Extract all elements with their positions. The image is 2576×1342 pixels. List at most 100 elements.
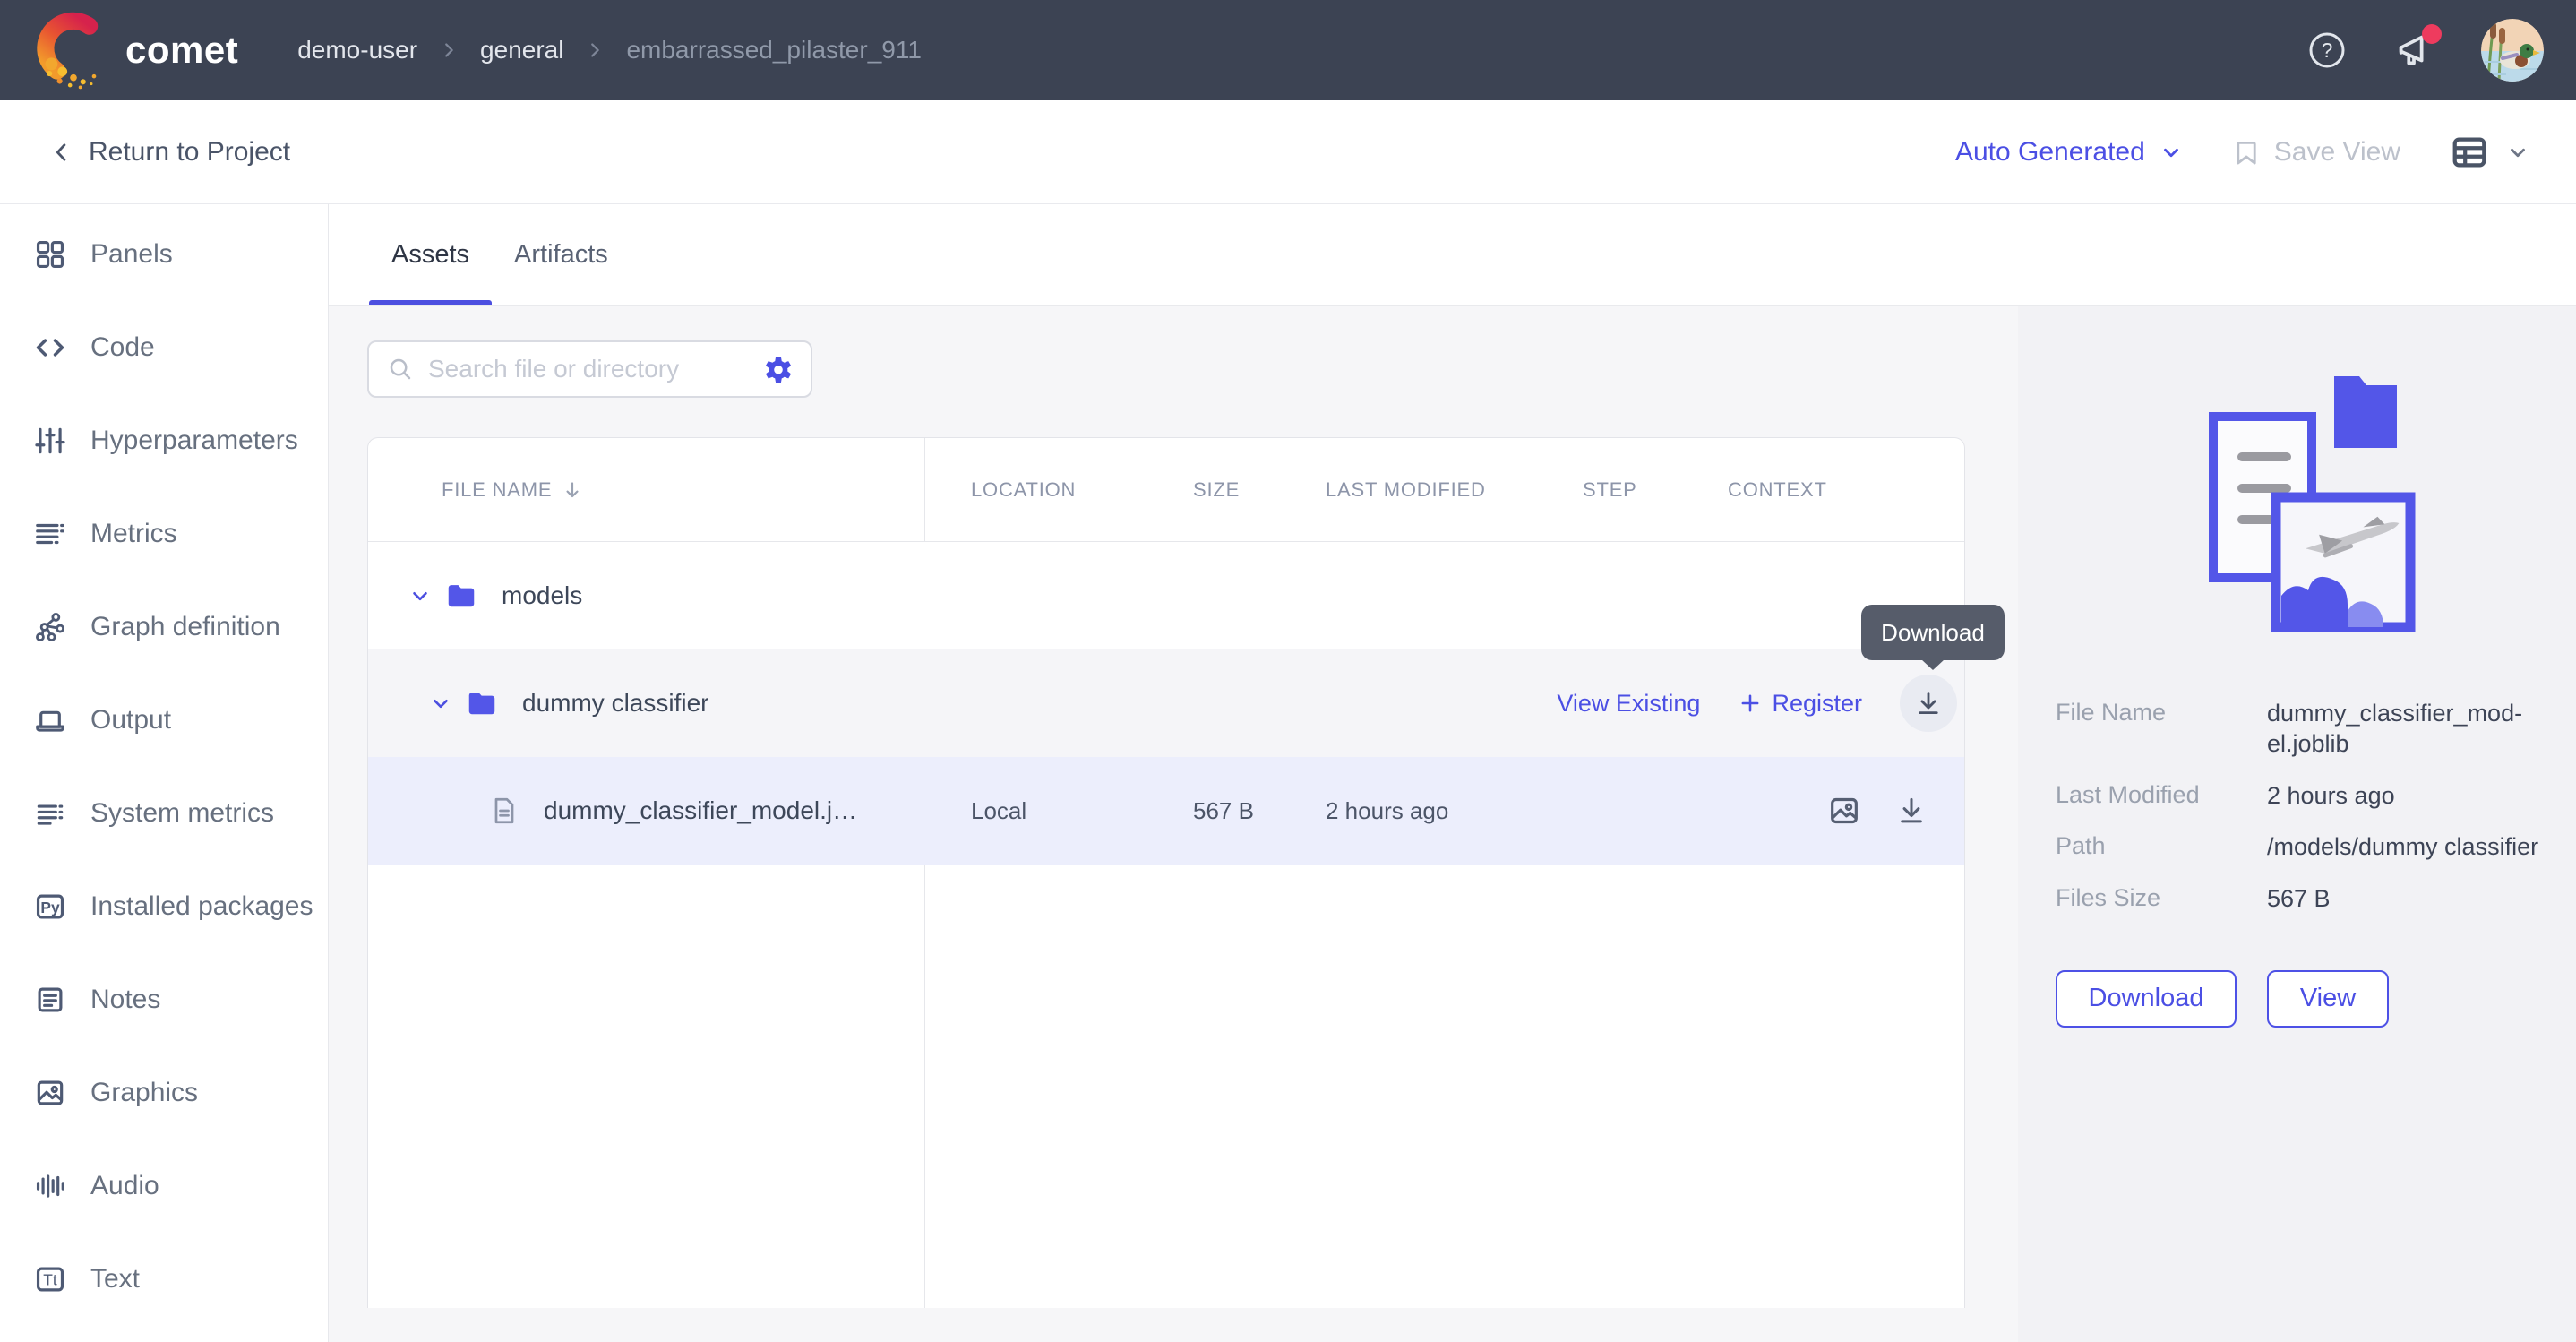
sidebar-item-graphics[interactable]: Graphics bbox=[0, 1046, 328, 1140]
return-to-project-link[interactable]: Return to Project bbox=[49, 137, 290, 168]
app-root: comet demo-user general embarrassed_pila… bbox=[0, 0, 2576, 1342]
download-button[interactable]: Download bbox=[2056, 970, 2237, 1028]
breadcrumb-experiment[interactable]: embarrassed_pilaster_911 bbox=[626, 36, 921, 65]
download-folder-button[interactable] bbox=[1900, 675, 1957, 732]
sidebar-item-panels[interactable]: Panels bbox=[0, 208, 328, 301]
sliders-icon bbox=[33, 424, 67, 458]
view-existing-link[interactable]: View Existing bbox=[1557, 690, 1700, 718]
sort-desc-icon bbox=[561, 478, 584, 502]
sidebar-item-audio[interactable]: Audio bbox=[0, 1140, 328, 1233]
save-view-button[interactable]: Save View bbox=[2231, 137, 2400, 168]
breadcrumb-project[interactable]: general bbox=[480, 36, 563, 65]
panels-icon bbox=[33, 237, 67, 271]
announcements-icon[interactable] bbox=[2393, 30, 2434, 71]
cell-last-modified: 2 hours ago bbox=[1309, 797, 1569, 825]
layout-view-switcher[interactable] bbox=[2449, 132, 2529, 173]
text-icon: Tt bbox=[33, 1262, 67, 1296]
folder-icon bbox=[465, 686, 499, 720]
experiment-sidebar: Panels Code Hyperparameters Metrics Grap… bbox=[0, 204, 329, 1342]
plus-icon bbox=[1738, 691, 1763, 716]
sidebar-item-label: Graph definition bbox=[90, 612, 280, 642]
sidebar-item-code[interactable]: Code bbox=[0, 301, 328, 394]
image-icon bbox=[33, 1076, 67, 1110]
column-header-file-name[interactable]: FILE NAME bbox=[368, 478, 924, 502]
column-header-step[interactable]: STEP bbox=[1569, 478, 1704, 502]
view-button[interactable]: View bbox=[2267, 970, 2389, 1028]
content-area: Panels Code Hyperparameters Metrics Grap… bbox=[0, 204, 2576, 1342]
sidebar-item-installed-packages[interactable]: Py Installed packages bbox=[0, 860, 328, 953]
download-tooltip: Download bbox=[1861, 605, 2005, 660]
view-selector-dropdown[interactable]: Auto Generated bbox=[1955, 137, 2183, 168]
folder-link-dummy-classifier[interactable]: dummy classifier bbox=[522, 689, 708, 718]
assets-table: FILE NAME LOCATION SIZE LAST MODIFIED ST… bbox=[367, 437, 1965, 1308]
preview-image-icon[interactable] bbox=[1826, 793, 1862, 829]
comet-logo[interactable]: comet bbox=[32, 9, 238, 91]
detail-label-last-modified: Last Modified bbox=[2056, 781, 2267, 809]
chevron-down-icon bbox=[2506, 141, 2529, 164]
tab-assets[interactable]: Assets bbox=[369, 204, 492, 305]
gear-icon bbox=[762, 353, 794, 385]
file-details-panel: File Name dummy_classifier_mod- el.jobli… bbox=[2018, 306, 2576, 1342]
chevron-left-icon bbox=[49, 140, 74, 165]
cell-size: 567 B bbox=[1175, 797, 1309, 825]
breadcrumb-workspace[interactable]: demo-user bbox=[297, 36, 417, 65]
detail-buttons: Download View bbox=[2056, 970, 2540, 1028]
comet-mark-icon bbox=[32, 9, 115, 91]
logo-wordmark: comet bbox=[125, 29, 238, 72]
toolbar-right: Auto Generated Save View bbox=[1955, 132, 2529, 173]
sidebar-item-metrics[interactable]: Metrics bbox=[0, 487, 328, 581]
search-settings-button[interactable] bbox=[762, 353, 794, 385]
sidebar-item-label: Metrics bbox=[90, 519, 177, 549]
asset-tabs: Assets Artifacts bbox=[329, 204, 2576, 306]
detail-value-last-modified: 2 hours ago bbox=[2267, 781, 2540, 812]
sidebar-item-hyperparameters[interactable]: Hyperparameters bbox=[0, 394, 328, 487]
svg-text:Py: Py bbox=[40, 899, 60, 916]
breadcrumb: demo-user general embarrassed_pilaster_9… bbox=[297, 36, 922, 65]
detail-value-file-name: dummy_classifier_mod- el.joblib bbox=[2267, 699, 2540, 760]
chevron-down-icon bbox=[2160, 141, 2183, 164]
code-icon bbox=[33, 331, 67, 365]
main-column: Assets Artifacts bbox=[329, 204, 2576, 1342]
sidebar-item-notes[interactable]: Notes bbox=[0, 953, 328, 1046]
top-actions: ? bbox=[2307, 19, 2544, 82]
file-link-dummy-classifier-model[interactable]: dummy_classifier_model.j… bbox=[544, 796, 857, 825]
column-header-last-modified[interactable]: LAST MODIFIED bbox=[1309, 478, 1569, 502]
view-selector-label: Auto Generated bbox=[1955, 137, 2145, 168]
detail-label-file-name: File Name bbox=[2056, 699, 2267, 727]
sidebar-item-label: Graphics bbox=[90, 1078, 198, 1108]
folder-icon bbox=[444, 579, 478, 613]
tab-artifacts[interactable]: Artifacts bbox=[492, 204, 631, 305]
audio-icon bbox=[33, 1169, 67, 1203]
detail-label-files-size: Files Size bbox=[2056, 884, 2267, 912]
column-header-size[interactable]: SIZE bbox=[1175, 478, 1309, 502]
graph-icon bbox=[33, 610, 67, 644]
file-name-cell: dummy_classifier_model.j… bbox=[368, 795, 924, 827]
user-avatar[interactable] bbox=[2481, 19, 2544, 82]
sidebar-item-label: Notes bbox=[90, 985, 160, 1015]
collapse-chevron-icon[interactable] bbox=[408, 584, 432, 607]
folder-link-models[interactable]: models bbox=[502, 581, 582, 610]
search-input[interactable] bbox=[428, 355, 748, 383]
table-header-row: FILE NAME LOCATION SIZE LAST MODIFIED ST… bbox=[368, 438, 1964, 542]
register-link[interactable]: Register bbox=[1738, 690, 1862, 718]
sidebar-item-text[interactable]: Tt Text bbox=[0, 1233, 328, 1326]
file-preview-illustration bbox=[2056, 349, 2540, 636]
chevron-right-icon bbox=[439, 40, 459, 60]
collapse-chevron-icon[interactable] bbox=[429, 692, 452, 715]
column-header-location[interactable]: LOCATION bbox=[924, 478, 1175, 502]
download-file-icon[interactable] bbox=[1894, 794, 1928, 828]
sidebar-item-output[interactable]: Output bbox=[0, 674, 328, 767]
assets-body: FILE NAME LOCATION SIZE LAST MODIFIED ST… bbox=[329, 306, 2576, 1342]
sidebar-item-system-metrics[interactable]: System metrics bbox=[0, 767, 328, 860]
sidebar-item-graph-definition[interactable]: Graph definition bbox=[0, 581, 328, 674]
file-detail-fields: File Name dummy_classifier_mod- el.jobli… bbox=[2056, 699, 2540, 915]
chevron-right-icon bbox=[585, 40, 605, 60]
detail-value-files-size: 567 B bbox=[2267, 884, 2540, 915]
help-icon[interactable]: ? bbox=[2307, 30, 2347, 70]
column-header-context[interactable]: CONTEXT bbox=[1704, 478, 1964, 502]
sidebar-item-label: Installed packages bbox=[90, 891, 313, 922]
sidebar-item-label: Text bbox=[90, 1264, 140, 1295]
row-actions: View Existing Register bbox=[1557, 649, 1957, 757]
detail-label-path: Path bbox=[2056, 832, 2267, 860]
cell-location: Local bbox=[924, 797, 1175, 825]
